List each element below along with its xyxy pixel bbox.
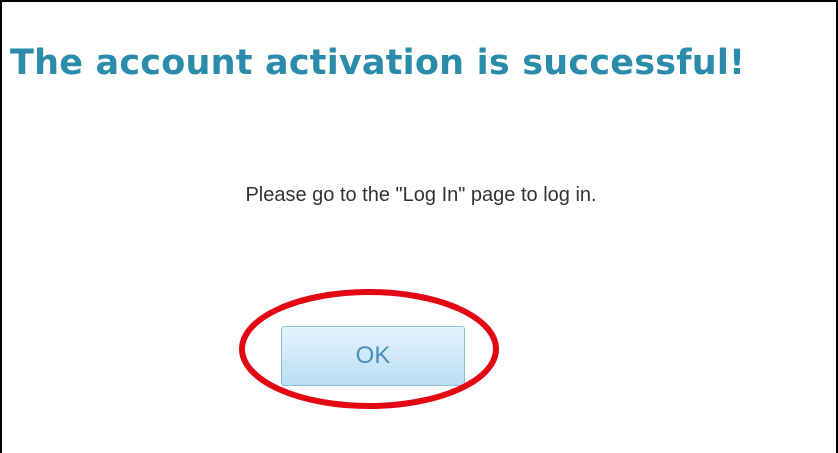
ok-button[interactable]: OK xyxy=(281,326,465,386)
dialog: The account activation is successful! Pl… xyxy=(0,0,838,453)
dialog-title: The account activation is successful! xyxy=(10,43,746,83)
dialog-message: Please go to the "Log In" page to log in… xyxy=(245,184,597,206)
